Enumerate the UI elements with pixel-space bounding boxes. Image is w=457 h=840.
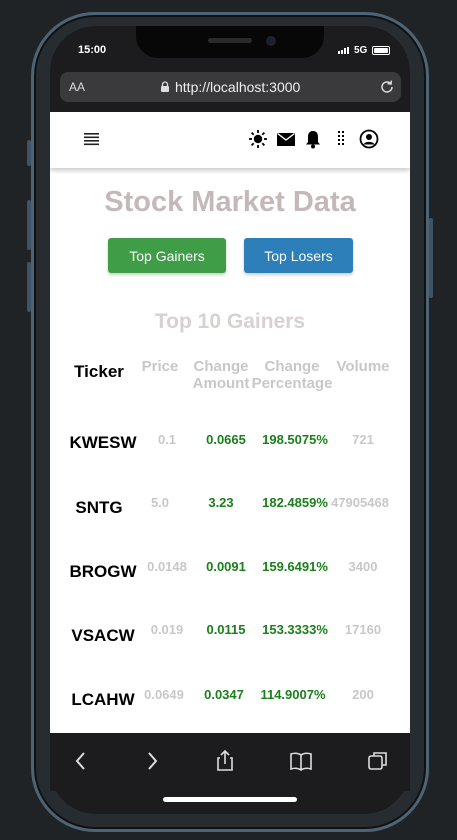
phone-volume-up [27,200,31,250]
share-icon[interactable] [213,749,237,773]
home-indicator[interactable] [163,797,297,802]
status-bar: 15:00 5G [50,36,410,64]
cell-ticker: LCAHW [71,690,135,709]
page-title: Stock Market Data [104,186,356,218]
section-title: Top 10 Gainers [154,310,306,333]
cell-ticker: KWESW [69,433,137,452]
cell-price: 5.0 [150,495,170,510]
web-content: Stock Market Data Top Gainers Top Losers… [50,112,410,733]
cell-change-percentage: 198.5075% [262,432,328,447]
bookmarks-icon[interactable] [289,749,313,773]
cell-change-percentage: 159.6491% [262,559,328,574]
url-text[interactable]: http://localhost:3000 [175,79,300,95]
cell-change-amount: 0.0665 [206,432,246,447]
reload-icon[interactable] [378,78,396,96]
tabs-icon[interactable] [366,749,390,773]
battery-icon [372,46,390,55]
app-bar [50,112,410,168]
status-time: 15:00 [78,44,107,56]
cell-ticker: VSACW [71,626,135,645]
cell-volume: 3400 [348,559,378,574]
header-price: Price [141,358,179,375]
sun-icon[interactable] [248,129,268,149]
text-size-button[interactable]: AA [69,80,85,94]
cell-price: 0.0148 [147,559,187,574]
address-bar[interactable]: AA http://localhost:3000 [60,72,401,102]
header-change-amount: Change Amount [192,358,250,392]
phone-volume-down [27,262,31,312]
cell-change-amount: 3.23 [208,495,234,510]
cell-ticker: SNTG [75,498,123,517]
hamburger-icon[interactable] [84,132,99,146]
cell-volume: 721 [352,432,374,447]
lock-icon [161,81,169,92]
top-gainers-button[interactable]: Top Gainers [108,238,226,273]
back-icon[interactable] [69,749,93,773]
cell-change-percentage: 114.9007% [260,687,326,702]
phone-side-button [27,140,31,166]
cell-price: 0.0649 [144,687,184,702]
top-losers-button[interactable]: Top Losers [244,238,353,273]
cell-change-amount: 0.0091 [206,559,246,574]
header-volume: Volume [336,358,390,375]
bell-icon[interactable] [303,129,323,149]
phone-power-button [429,218,433,298]
user-circle-icon[interactable] [359,129,379,149]
cell-change-amount: 0.0115 [206,622,246,637]
cell-volume: 47905468 [331,495,389,510]
signal-icon [338,47,349,54]
vertical-dots-icon[interactable] [331,129,351,149]
cell-ticker: BROGW [69,562,137,581]
browser-toolbar [50,733,410,791]
cell-change-amount: 0.0347 [204,687,244,702]
cell-price: 0.019 [150,622,184,637]
header-ticker: Ticker [74,362,124,381]
cell-price: 0.1 [157,432,177,447]
forward-icon[interactable] [140,749,164,773]
cell-change-percentage: 153.3333% [262,622,328,637]
header-change-percentage: Change Percentage [251,358,333,392]
cell-volume: 200 [352,687,374,702]
envelope-icon[interactable] [276,129,296,149]
cell-volume: 17160 [344,622,382,637]
network-label: 5G [354,45,368,56]
